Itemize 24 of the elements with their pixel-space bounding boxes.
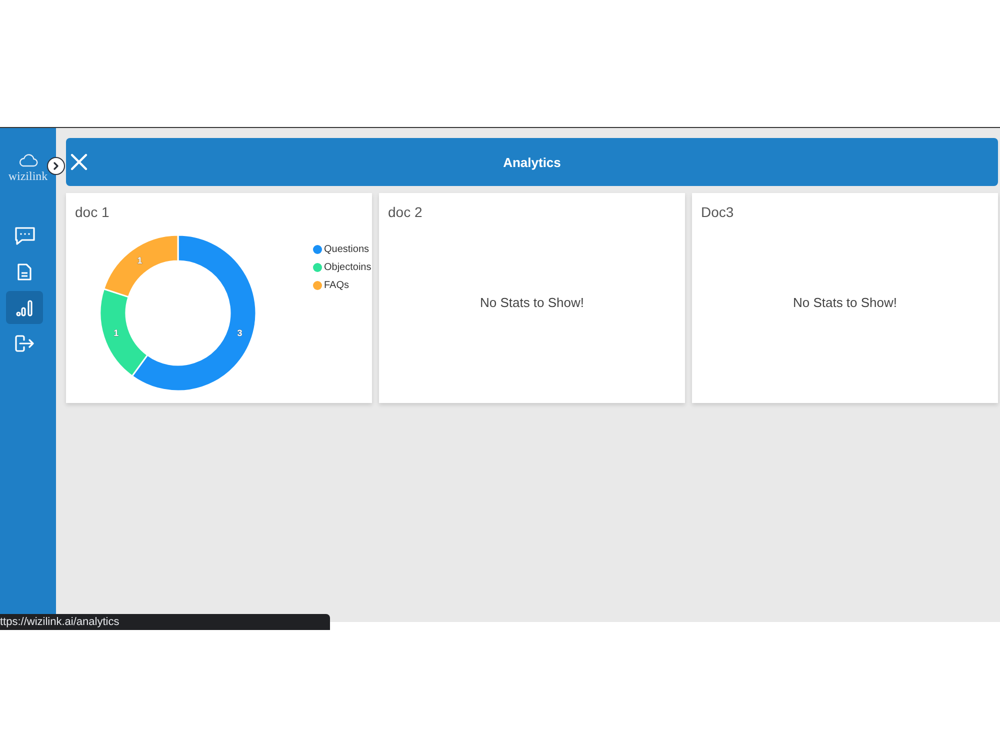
data-label: 1 — [137, 255, 142, 266]
close-icon — [70, 153, 88, 171]
chevron-right-icon — [53, 162, 59, 170]
card-title: doc 2 — [388, 204, 422, 221]
logo-text: wizilink — [8, 169, 48, 183]
empty-message: No Stats to Show! — [480, 294, 584, 310]
legend-label: FAQs — [324, 279, 350, 292]
logout-icon — [15, 335, 34, 352]
chat-bubble-icon — [14, 226, 36, 246]
card-title: Doc3 — [701, 204, 734, 221]
legend-label: Objectoins — [324, 261, 372, 274]
data-label: 3 — [237, 328, 242, 338]
card-title: doc 1 — [75, 204, 110, 221]
document-icon — [17, 262, 32, 280]
data-label: 1 — [114, 328, 119, 338]
sidebar-toggle-button[interactable] — [47, 157, 65, 175]
bar-chart-icon — [16, 298, 34, 316]
link-url-tooltip: ttps://wizilink.ai/analytics — [0, 614, 330, 630]
cloud-logo-icon — [18, 154, 38, 167]
header-title: Analytics — [503, 154, 561, 170]
legend-label: Questions — [324, 243, 370, 256]
close-button[interactable] — [70, 153, 88, 171]
empty-message: No Stats to Show! — [792, 294, 898, 310]
nav-button[interactable] — [6, 291, 43, 324]
